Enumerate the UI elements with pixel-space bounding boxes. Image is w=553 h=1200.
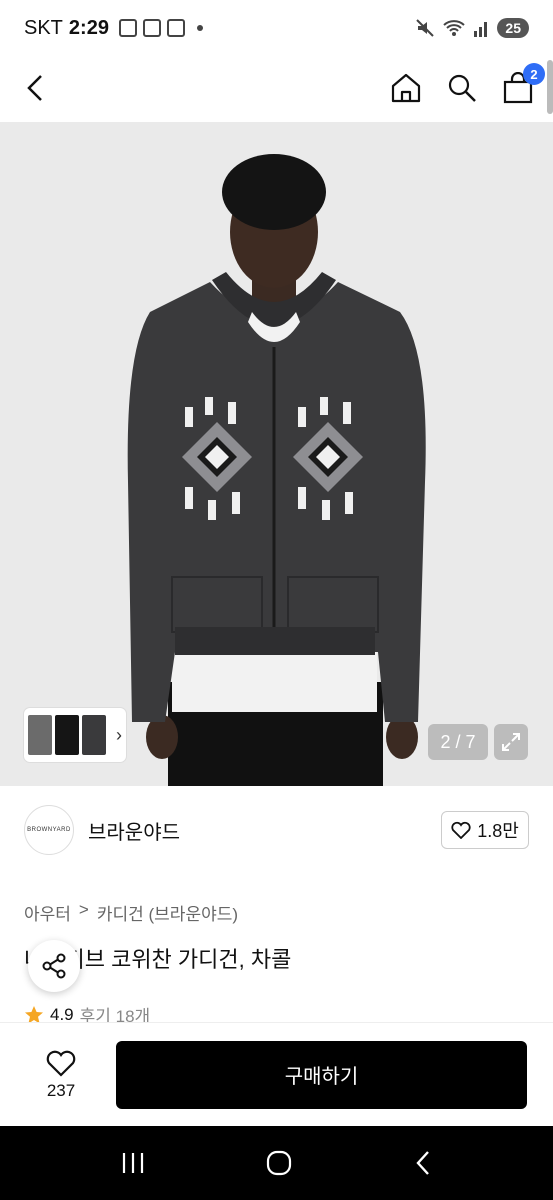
brand-name[interactable]: 브라운야드 bbox=[88, 816, 180, 845]
product-image[interactable] bbox=[0, 122, 553, 786]
brand-row: BROWNYARD 브라운야드 1.8만 bbox=[0, 800, 553, 860]
wifi-icon bbox=[443, 20, 466, 36]
share-icon bbox=[42, 953, 66, 979]
thumbnail-black[interactable] bbox=[55, 715, 79, 755]
back-nav-icon[interactable] bbox=[413, 1149, 433, 1177]
home-circle-icon[interactable] bbox=[265, 1149, 293, 1177]
cart-button[interactable]: 2 bbox=[501, 63, 545, 105]
more-dot-icon bbox=[196, 25, 203, 31]
brand-logo[interactable]: BROWNYARD bbox=[24, 805, 74, 855]
carrier-label: SKT bbox=[24, 16, 63, 39]
thumbnail-gray[interactable] bbox=[28, 715, 52, 755]
top-navigation: 2 bbox=[0, 56, 553, 120]
home-icon bbox=[391, 73, 421, 103]
recent-apps-icon[interactable] bbox=[120, 1151, 146, 1175]
status-bar: SKT 2:29 25 bbox=[0, 0, 553, 56]
breadcrumb-category[interactable]: 아우터 bbox=[24, 900, 71, 925]
chevron-right-icon: › bbox=[116, 724, 122, 745]
battery-indicator: 25 bbox=[497, 18, 529, 38]
notification-icons bbox=[118, 19, 203, 37]
pattern-left bbox=[182, 397, 252, 520]
signal-icon bbox=[474, 22, 488, 37]
mute-icon bbox=[416, 19, 435, 37]
bottom-action-bar: 237 구매하기 bbox=[0, 1022, 553, 1126]
expand-button[interactable] bbox=[494, 724, 528, 760]
model-in-cardigan-photo bbox=[0, 122, 553, 786]
color-thumbnails[interactable]: › bbox=[24, 708, 126, 762]
brand-like-button[interactable]: 1.8만 bbox=[441, 811, 529, 849]
wishlist-count: 237 bbox=[46, 1080, 76, 1100]
back-button[interactable] bbox=[18, 71, 52, 105]
brand-logo-text: BROWNYARD bbox=[27, 827, 71, 833]
image-counter: 2 / 7 bbox=[428, 724, 488, 760]
heart-icon bbox=[46, 1050, 76, 1077]
home-button[interactable] bbox=[389, 71, 423, 105]
wishlist-button[interactable]: 237 bbox=[24, 1049, 98, 1101]
search-button[interactable] bbox=[445, 71, 479, 105]
image-icon bbox=[166, 19, 185, 37]
scrollbar[interactable] bbox=[547, 60, 553, 114]
expand-icon bbox=[502, 733, 520, 751]
breadcrumb-subcategory[interactable]: 카디건 (브라운야드) bbox=[97, 900, 238, 925]
heart-icon bbox=[451, 821, 471, 839]
thumbnail-charcoal[interactable] bbox=[82, 715, 106, 755]
search-icon bbox=[448, 74, 476, 102]
breadcrumb: 아우터 > 카디건 (브라운야드) bbox=[24, 900, 238, 925]
screenshot-icon bbox=[118, 19, 137, 37]
brand-like-count: 1.8만 bbox=[477, 821, 519, 841]
system-navigation-bar bbox=[0, 1126, 553, 1200]
share-button[interactable] bbox=[28, 940, 80, 992]
cart-count-badge: 2 bbox=[523, 63, 545, 85]
chevron-left-icon bbox=[27, 75, 42, 101]
buy-button[interactable]: 구매하기 bbox=[116, 1040, 527, 1109]
chat-icon bbox=[142, 19, 161, 37]
breadcrumb-separator: > bbox=[78, 900, 89, 919]
status-time: 2:29 bbox=[68, 16, 109, 39]
